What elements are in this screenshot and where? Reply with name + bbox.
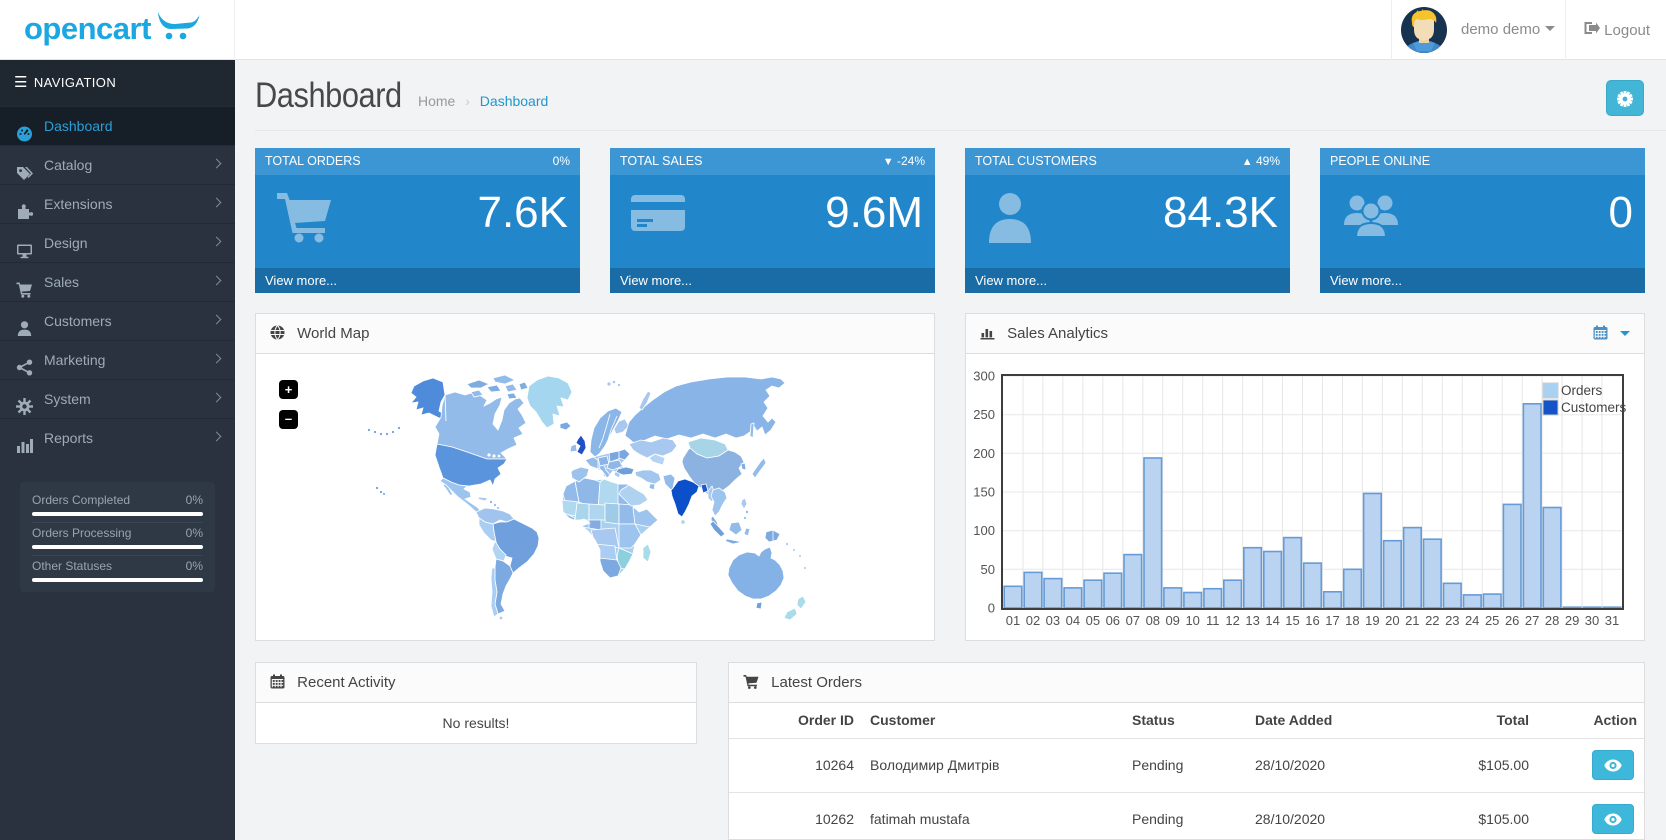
svg-text:14: 14 bbox=[1265, 613, 1279, 628]
svg-text:05: 05 bbox=[1086, 613, 1100, 628]
svg-text:30: 30 bbox=[1585, 613, 1599, 628]
svg-text:19: 19 bbox=[1365, 613, 1379, 628]
svg-text:31: 31 bbox=[1605, 613, 1619, 628]
svg-text:15: 15 bbox=[1285, 613, 1299, 628]
svg-text:13: 13 bbox=[1245, 613, 1259, 628]
svg-text:Orders: Orders bbox=[1561, 383, 1603, 398]
svg-text:26: 26 bbox=[1505, 613, 1519, 628]
svg-text:01: 01 bbox=[1006, 613, 1020, 628]
svg-text:100: 100 bbox=[973, 523, 995, 538]
svg-text:0: 0 bbox=[988, 601, 995, 616]
svg-text:250: 250 bbox=[973, 407, 995, 422]
svg-text:12: 12 bbox=[1225, 613, 1239, 628]
svg-text:25: 25 bbox=[1485, 613, 1499, 628]
svg-text:200: 200 bbox=[973, 446, 995, 461]
svg-text:10: 10 bbox=[1185, 613, 1199, 628]
svg-text:150: 150 bbox=[973, 485, 995, 500]
svg-text:27: 27 bbox=[1525, 613, 1539, 628]
svg-text:17: 17 bbox=[1325, 613, 1339, 628]
svg-text:04: 04 bbox=[1066, 613, 1080, 628]
svg-text:21: 21 bbox=[1405, 613, 1419, 628]
svg-text:02: 02 bbox=[1026, 613, 1040, 628]
svg-text:08: 08 bbox=[1146, 613, 1160, 628]
svg-text:03: 03 bbox=[1046, 613, 1060, 628]
svg-text:07: 07 bbox=[1126, 613, 1140, 628]
svg-text:23: 23 bbox=[1445, 613, 1459, 628]
svg-text:300: 300 bbox=[973, 369, 995, 384]
svg-text:22: 22 bbox=[1425, 613, 1439, 628]
svg-text:11: 11 bbox=[1206, 613, 1220, 628]
svg-text:06: 06 bbox=[1106, 613, 1120, 628]
svg-text:16: 16 bbox=[1305, 613, 1319, 628]
svg-text:24: 24 bbox=[1465, 613, 1479, 628]
svg-text:09: 09 bbox=[1165, 613, 1179, 628]
svg-text:28: 28 bbox=[1545, 613, 1559, 628]
svg-text:18: 18 bbox=[1345, 613, 1359, 628]
svg-text:Customers: Customers bbox=[1561, 400, 1627, 415]
svg-text:29: 29 bbox=[1565, 613, 1579, 628]
svg-text:50: 50 bbox=[981, 562, 995, 577]
svg-text:20: 20 bbox=[1385, 613, 1399, 628]
